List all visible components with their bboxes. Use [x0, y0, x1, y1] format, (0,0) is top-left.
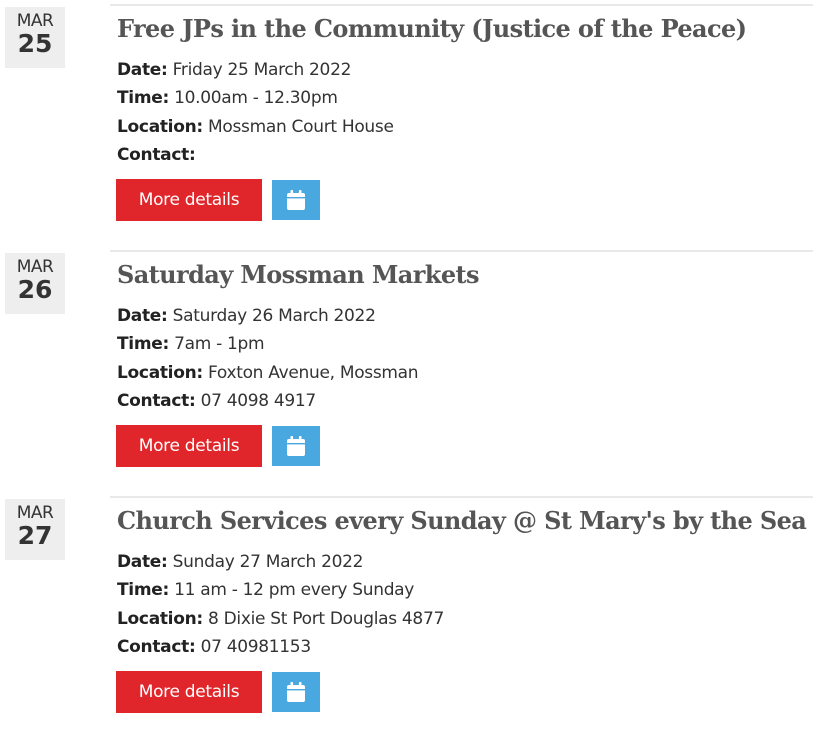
- location-label: Location:: [117, 117, 203, 137]
- more-details-button[interactable]: More details: [116, 179, 262, 221]
- add-to-calendar-button[interactable]: [272, 426, 320, 466]
- divider: [110, 250, 813, 252]
- time-label: Time:: [117, 88, 169, 108]
- location-label: Location:: [117, 609, 203, 629]
- divider: [110, 496, 813, 498]
- event-location: Location: Foxton Avenue, Mossman: [117, 362, 419, 384]
- time-value: 10.00am - 12.30pm: [168, 88, 338, 108]
- date-label: Date:: [117, 552, 168, 572]
- contact-label: Contact:: [117, 145, 196, 165]
- location-value: Foxton Avenue, Mossman: [202, 363, 419, 383]
- date-month: MAR: [16, 257, 54, 277]
- location-label: Location:: [117, 363, 203, 383]
- time-value: 7am - 1pm: [168, 334, 265, 354]
- date-month: MAR: [16, 11, 54, 31]
- contact-label: Contact:: [117, 391, 196, 411]
- more-details-button[interactable]: More details: [116, 671, 262, 713]
- date-badge: MAR 25: [5, 7, 65, 68]
- event-item: MAR 25 Free JPs in the Community (Justic…: [0, 0, 813, 246]
- event-title[interactable]: Church Services every Sunday @ St Mary's…: [117, 506, 807, 536]
- event-time: Time: 11 am - 12 pm every Sunday: [117, 579, 414, 601]
- date-day: 27: [17, 521, 53, 550]
- event-location: Location: Mossman Court House: [117, 116, 394, 138]
- add-to-calendar-button[interactable]: [272, 672, 320, 712]
- date-badge: MAR 27: [5, 499, 65, 560]
- event-time: Time: 7am - 1pm: [117, 333, 265, 355]
- event-location: Location: 8 Dixie St Port Douglas 4877: [117, 608, 444, 630]
- location-value: Mossman Court House: [202, 117, 394, 137]
- calendar-icon: [287, 682, 305, 702]
- time-label: Time:: [117, 334, 169, 354]
- time-label: Time:: [117, 580, 169, 600]
- calendar-icon: [287, 436, 305, 456]
- date-label: Date:: [117, 60, 168, 80]
- event-time: Time: 10.00am - 12.30pm: [117, 87, 338, 109]
- event-contact: Contact: 07 4098 4917: [117, 390, 316, 412]
- event-contact: Contact:: [117, 144, 196, 166]
- date-value: Friday 25 March 2022: [167, 60, 352, 80]
- event-item: MAR 27 Church Services every Sunday @ St…: [0, 492, 813, 738]
- divider: [110, 4, 813, 6]
- add-to-calendar-button[interactable]: [272, 180, 320, 220]
- date-value: Sunday 27 March 2022: [167, 552, 364, 572]
- contact-value: 07 4098 4917: [195, 391, 317, 411]
- date-label: Date:: [117, 306, 168, 326]
- more-details-button[interactable]: More details: [116, 425, 262, 467]
- event-date: Date: Saturday 26 March 2022: [117, 305, 376, 327]
- date-badge: MAR 26: [5, 253, 65, 314]
- event-item: MAR 26 Saturday Mossman Markets Date: Sa…: [0, 246, 813, 492]
- event-contact: Contact: 07 40981153: [117, 636, 311, 658]
- contact-label: Contact:: [117, 637, 196, 657]
- calendar-icon: [287, 190, 305, 210]
- event-date: Date: Friday 25 March 2022: [117, 59, 351, 81]
- date-month: MAR: [16, 503, 54, 523]
- event-title[interactable]: Free JPs in the Community (Justice of th…: [117, 14, 747, 44]
- event-title[interactable]: Saturday Mossman Markets: [117, 260, 480, 290]
- location-value: 8 Dixie St Port Douglas 4877: [202, 609, 444, 629]
- time-value: 11 am - 12 pm every Sunday: [168, 580, 415, 600]
- date-day: 25: [17, 29, 53, 58]
- date-day: 26: [17, 275, 53, 304]
- contact-value: 07 40981153: [195, 637, 312, 657]
- date-value: Saturday 26 March 2022: [167, 306, 376, 326]
- event-date: Date: Sunday 27 March 2022: [117, 551, 364, 573]
